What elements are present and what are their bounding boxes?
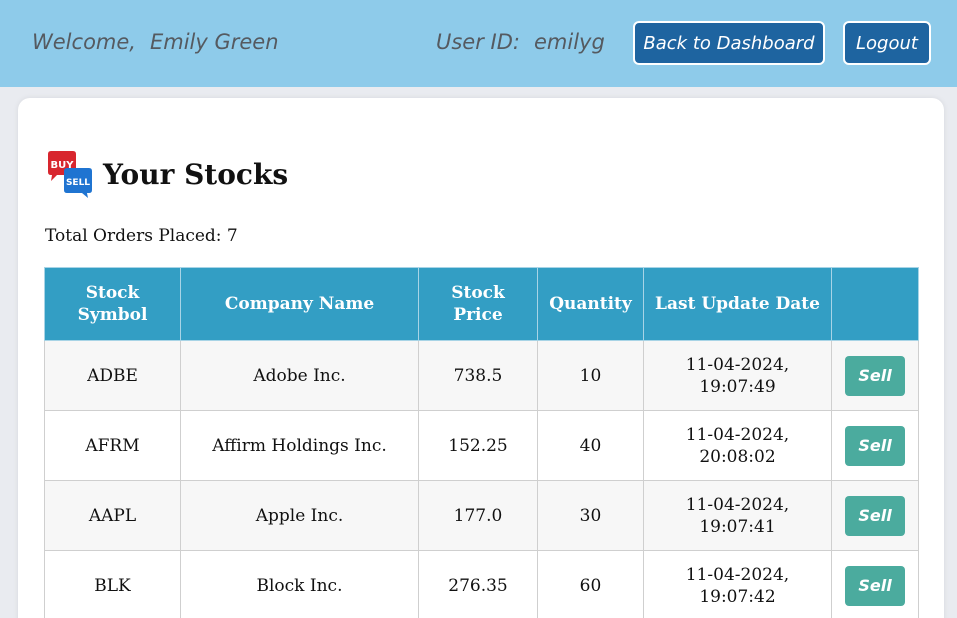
sell-button[interactable]: Sell xyxy=(845,565,905,606)
buy-sell-icon: BUY SELL xyxy=(45,150,95,198)
company-name-cell: Adobe Inc. xyxy=(180,340,419,411)
user-id-text: User ID: emilyg xyxy=(436,30,605,54)
user-id-label: User ID: xyxy=(436,30,520,54)
update-date: 11-04-2024, xyxy=(685,564,790,585)
stock-price-cell: 738.5 xyxy=(418,340,538,411)
column-header-last-update-date: Last Update Date xyxy=(643,267,832,341)
stock-symbol-cell: ADBE xyxy=(44,340,181,411)
page-title: Your Stocks xyxy=(103,157,289,191)
quantity-cell: 60 xyxy=(537,550,644,618)
quantity-cell: 30 xyxy=(537,480,644,551)
quantity-cell: 40 xyxy=(537,410,644,481)
total-orders-text: Total Orders Placed: 7 xyxy=(45,226,238,246)
sell-button[interactable]: Sell xyxy=(845,495,905,536)
action-cell: Sell xyxy=(831,550,919,618)
stock-price-cell: 276.35 xyxy=(418,550,538,618)
last-update-cell: 11-04-2024, 19:07:42 xyxy=(643,550,832,618)
last-update-cell: 11-04-2024, 20:08:02 xyxy=(643,410,832,481)
stock-price-cell: 177.0 xyxy=(418,480,538,551)
column-header-stock-price: Stock Price xyxy=(418,267,538,341)
stock-symbol-cell: AFRM xyxy=(44,410,181,481)
update-time: 19:07:42 xyxy=(699,586,776,607)
table-row: BLK Block Inc. 276.35 60 11-04-2024, 19:0… xyxy=(44,550,919,618)
page-title-row: BUY SELL Your Stocks xyxy=(45,150,288,198)
column-header-action xyxy=(831,267,919,341)
table-row: AFRM Affirm Holdings Inc. 152.25 40 11-0… xyxy=(44,410,919,481)
update-date: 11-04-2024, xyxy=(685,494,790,515)
column-header-stock-symbol: Stock Symbol xyxy=(44,267,181,341)
update-time: 19:07:49 xyxy=(699,376,776,397)
update-date: 11-04-2024, xyxy=(685,354,790,375)
update-date: 11-04-2024, xyxy=(685,424,790,445)
table-row: ADBE Adobe Inc. 738.5 10 11-04-2024, 19:0… xyxy=(44,340,919,411)
company-name-cell: Affirm Holdings Inc. xyxy=(180,410,419,481)
column-header-company-name: Company Name xyxy=(180,267,419,341)
sell-button[interactable]: Sell xyxy=(845,355,905,396)
update-time: 19:07:41 xyxy=(699,516,776,537)
quantity-cell: 10 xyxy=(537,340,644,411)
welcome-label: Welcome, xyxy=(32,30,136,54)
stock-price-cell: 152.25 xyxy=(418,410,538,481)
last-update-cell: 11-04-2024, 19:07:41 xyxy=(643,480,832,551)
table-header-row: Stock Symbol Company Name Stock Price Qu… xyxy=(44,267,919,341)
svg-text:SELL: SELL xyxy=(66,178,90,188)
stocks-table: Stock Symbol Company Name Stock Price Qu… xyxy=(44,267,919,618)
top-header: Welcome, Emily Green User ID: emilyg Back … xyxy=(0,0,957,87)
action-cell: Sell xyxy=(831,410,919,481)
user-name: Emily Green xyxy=(149,30,279,54)
sell-button[interactable]: Sell xyxy=(845,425,905,466)
stock-symbol-cell: AAPL xyxy=(44,480,181,551)
update-time: 20:08:02 xyxy=(699,446,776,467)
table-row: AAPL Apple Inc. 177.0 30 11-04-2024, 19:0… xyxy=(44,480,919,551)
last-update-cell: 11-04-2024, 19:07:49 xyxy=(643,340,832,411)
user-id-value: emilyg xyxy=(533,30,605,54)
stock-symbol-cell: BLK xyxy=(44,550,181,618)
welcome-text: Welcome, Emily Green xyxy=(32,30,279,54)
action-cell: Sell xyxy=(831,480,919,551)
action-cell: Sell xyxy=(831,340,919,411)
back-to-dashboard-button[interactable]: Back to Dashboard xyxy=(633,21,825,65)
company-name-cell: Block Inc. xyxy=(180,550,419,618)
column-header-quantity: Quantity xyxy=(537,267,644,341)
company-name-cell: Apple Inc. xyxy=(180,480,419,551)
logout-button[interactable]: Logout xyxy=(843,21,931,65)
